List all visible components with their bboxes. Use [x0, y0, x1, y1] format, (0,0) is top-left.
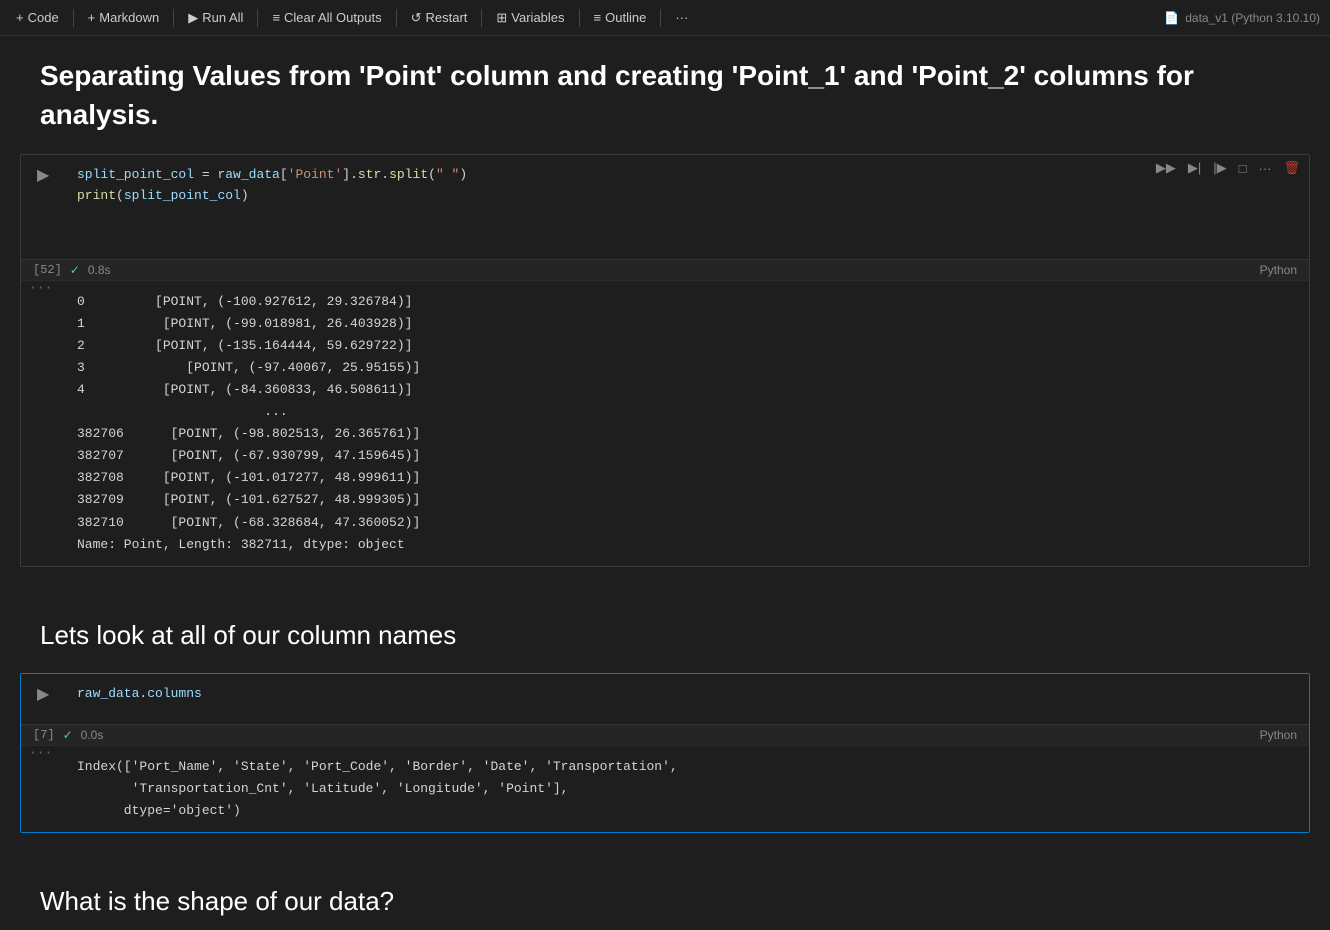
lang-4: Python	[1260, 728, 1297, 742]
run-cell-button-4[interactable]: ▶	[37, 684, 49, 704]
cell-number-4: [7]	[33, 728, 55, 742]
code-content-4: raw_data.columns	[21, 674, 1309, 724]
markdown-cell-3: Lets look at all of our column names	[0, 577, 1330, 663]
restart-button[interactable]: ↺ Restart	[405, 7, 474, 29]
restart-icon: ↺	[411, 10, 422, 26]
execute-button[interactable]: ▶|	[1184, 158, 1205, 178]
outline-icon: ≡	[594, 10, 602, 25]
output-area-4: ··· Index(['Port_Name', 'State', 'Port_C…	[21, 745, 1309, 832]
cell1-heading: Separating Values from 'Point' column an…	[40, 56, 1290, 134]
toolbar-separator-2	[173, 9, 174, 27]
cell-status-4: [7] ✓ 0.0s Python	[21, 724, 1309, 745]
clear-icon: ≡	[272, 10, 280, 25]
delete-cell-button[interactable]: 🗑	[1279, 158, 1304, 178]
exec-time-2: 0.8s	[88, 263, 111, 277]
output-content-4: Index(['Port_Name', 'State', 'Port_Code'…	[21, 745, 1309, 832]
output-area-2: ··· 0 [POINT, (-100.927612, 29.326784)] …	[21, 280, 1309, 566]
toolbar-separator-5	[481, 9, 482, 27]
cell-controls-2: ▶▶ ▶| |▶ □ ··· 🗑	[1152, 158, 1304, 178]
plus-icon-2: +	[88, 10, 96, 25]
toolbar-separator-4	[396, 9, 397, 27]
cell-more-button[interactable]: ···	[1254, 159, 1275, 178]
exec-time-4: 0.0s	[81, 728, 104, 742]
variables-icon: ⊞	[496, 10, 507, 26]
split-cell-button[interactable]: □	[1235, 159, 1251, 178]
run-all-icon: ▶	[188, 10, 198, 26]
notebook: Separating Values from 'Point' column an…	[0, 36, 1330, 930]
code-content-2: split_point_col = raw_data['Point'].str.…	[21, 155, 1309, 258]
more-icon: ···	[675, 10, 688, 25]
execute-below-button[interactable]: |▶	[1209, 158, 1230, 178]
lang-2: Python	[1260, 263, 1297, 277]
more-button[interactable]: ···	[669, 7, 694, 28]
check-icon-4: ✓	[63, 728, 73, 742]
check-icon-2: ✓	[70, 263, 80, 277]
cell-number-2: [52]	[33, 263, 62, 277]
kernel-info: 📄 data_v1 (Python 3.10.10)	[1164, 11, 1320, 25]
add-markdown-button[interactable]: + Markdown	[82, 7, 166, 28]
cell-status-2: [52] ✓ 0.8s Python	[21, 259, 1309, 280]
add-code-button[interactable]: + Code	[10, 7, 65, 28]
output-content-2: 0 [POINT, (-100.927612, 29.326784)] 1 [P…	[21, 280, 1309, 566]
execute-above-button[interactable]: ▶▶	[1152, 158, 1180, 178]
markdown-cell-1: Separating Values from 'Point' column an…	[0, 36, 1330, 144]
variables-button[interactable]: ⊞ Variables	[490, 7, 570, 29]
outline-button[interactable]: ≡ Outline	[588, 7, 653, 28]
toolbar-separator-6	[579, 9, 580, 27]
plus-icon: +	[16, 10, 24, 25]
toolbar-separator-3	[257, 9, 258, 27]
code-cell-4: ▶ raw_data.columns [7] ✓ 0.0s Python ···…	[20, 673, 1310, 833]
cell3-heading: Lets look at all of our column names	[40, 617, 1290, 653]
toolbar-separator-1	[73, 9, 74, 27]
code-cell-2: ▶▶ ▶| |▶ □ ··· 🗑 ▶ split_point_col = raw…	[20, 154, 1310, 566]
clear-all-button[interactable]: ≡ Clear All Outputs	[266, 7, 387, 28]
toolbar-separator-7	[660, 9, 661, 27]
run-cell-button-2[interactable]: ▶	[37, 165, 49, 185]
output-dots-2: ···	[29, 280, 52, 295]
file-icon: 📄	[1164, 11, 1179, 25]
output-dots-4: ···	[29, 745, 52, 760]
cell5-heading: What is the shape of our data?	[40, 883, 1290, 919]
markdown-cell-5: What is the shape of our data?	[0, 843, 1330, 929]
code-cell-2-wrapper: ▶▶ ▶| |▶ □ ··· 🗑 ▶ split_point_col = raw…	[20, 154, 1310, 566]
toolbar: + Code + Markdown ▶ Run All ≡ Clear All …	[0, 0, 1330, 36]
run-all-button[interactable]: ▶ Run All	[182, 7, 249, 29]
code-cell-4-wrapper: ▶ raw_data.columns [7] ✓ 0.0s Python ···…	[20, 673, 1310, 833]
